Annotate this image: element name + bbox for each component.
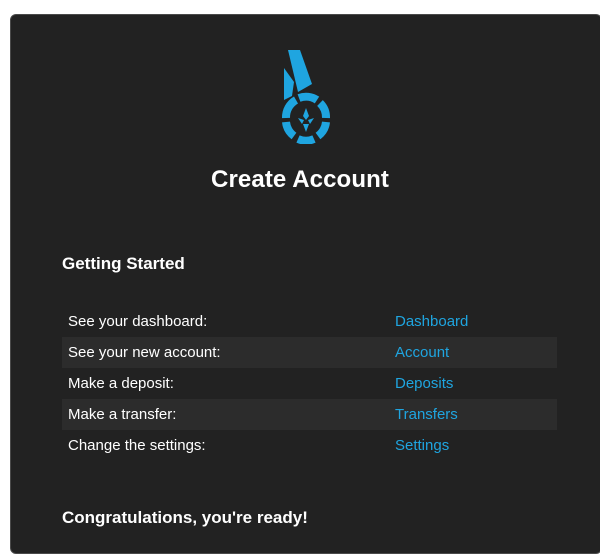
row-label: Make a transfer: (68, 406, 177, 423)
transfers-link[interactable]: Transfers (395, 406, 458, 423)
dashboard-link[interactable]: Dashboard (395, 313, 468, 330)
table-row: Make a transfer: Transfers (62, 399, 557, 430)
table-row: Make a deposit: Deposits (62, 368, 557, 399)
ready-message: Congratulations, you're ready! (62, 508, 308, 527)
row-label: See your new account: (68, 344, 221, 361)
row-label: Make a deposit: (68, 375, 174, 392)
bitshares-logo-icon (282, 50, 330, 144)
getting-started-heading: Getting Started (62, 254, 185, 273)
settings-link[interactable]: Settings (395, 437, 449, 454)
page-title: Create Account (211, 166, 389, 193)
deposits-link[interactable]: Deposits (395, 375, 453, 392)
row-label: See your dashboard: (68, 313, 208, 330)
table-row: Change the settings: Settings (62, 430, 557, 461)
row-label: Change the settings: (68, 437, 206, 454)
table-row: See your dashboard: Dashboard (62, 306, 557, 337)
account-link[interactable]: Account (395, 344, 449, 361)
getting-started-table: See your dashboard: Dashboard See your n… (62, 306, 557, 461)
table-row: See your new account: Account (62, 337, 557, 368)
